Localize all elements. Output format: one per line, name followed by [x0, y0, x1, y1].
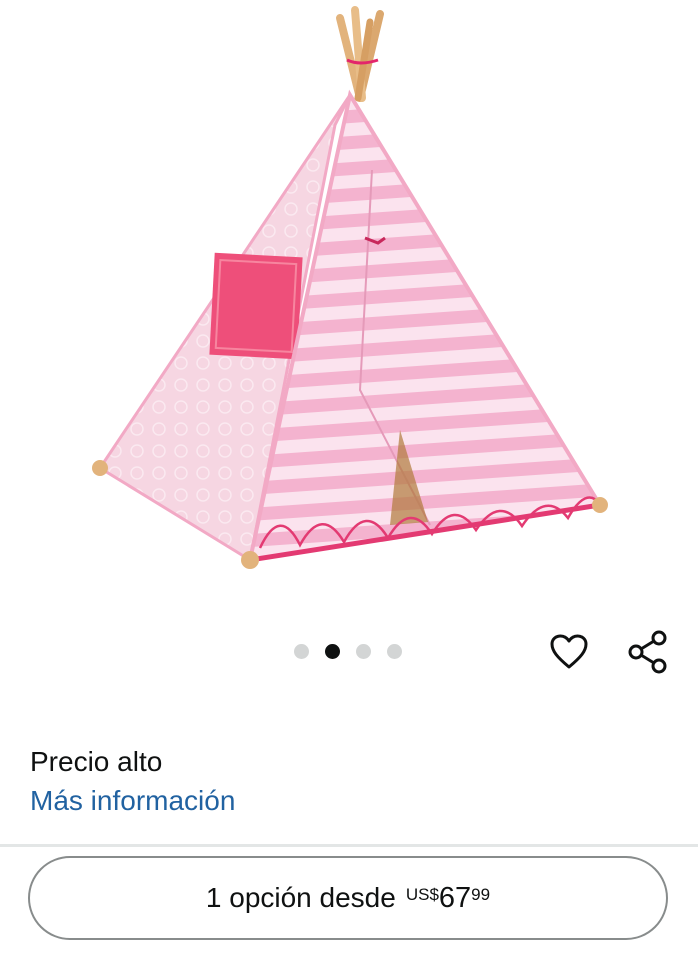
- carousel-dot[interactable]: [294, 644, 309, 659]
- offer-price: US$ 67 99: [405, 881, 491, 914]
- share-icon: [628, 630, 667, 674]
- section-divider: [0, 844, 698, 847]
- carousel-dot[interactable]: [387, 644, 402, 659]
- price-whole: 67: [438, 881, 472, 914]
- teepee-tent-illustration: [92, 6, 608, 569]
- image-carousel-indicator[interactable]: [294, 644, 402, 659]
- more-info-link[interactable]: Más información: [30, 785, 235, 817]
- product-detail-page: Precio alto Más información 1 opción des…: [0, 0, 698, 960]
- heart-outline-icon: [550, 634, 588, 669]
- share-button[interactable]: [624, 628, 672, 676]
- wishlist-button[interactable]: [545, 628, 593, 676]
- price-label: Precio alto: [30, 746, 163, 777]
- product-image[interactable]: [60, 0, 640, 590]
- options-button-label: 1 opción desde: [205, 882, 396, 913]
- price-currency: US$: [405, 884, 439, 904]
- carousel-dot[interactable]: [356, 644, 371, 659]
- see-all-options-button[interactable]: 1 opción desde US$ 67 99: [28, 856, 668, 940]
- price-fraction: 99: [471, 884, 491, 904]
- carousel-dot-active[interactable]: [325, 644, 340, 659]
